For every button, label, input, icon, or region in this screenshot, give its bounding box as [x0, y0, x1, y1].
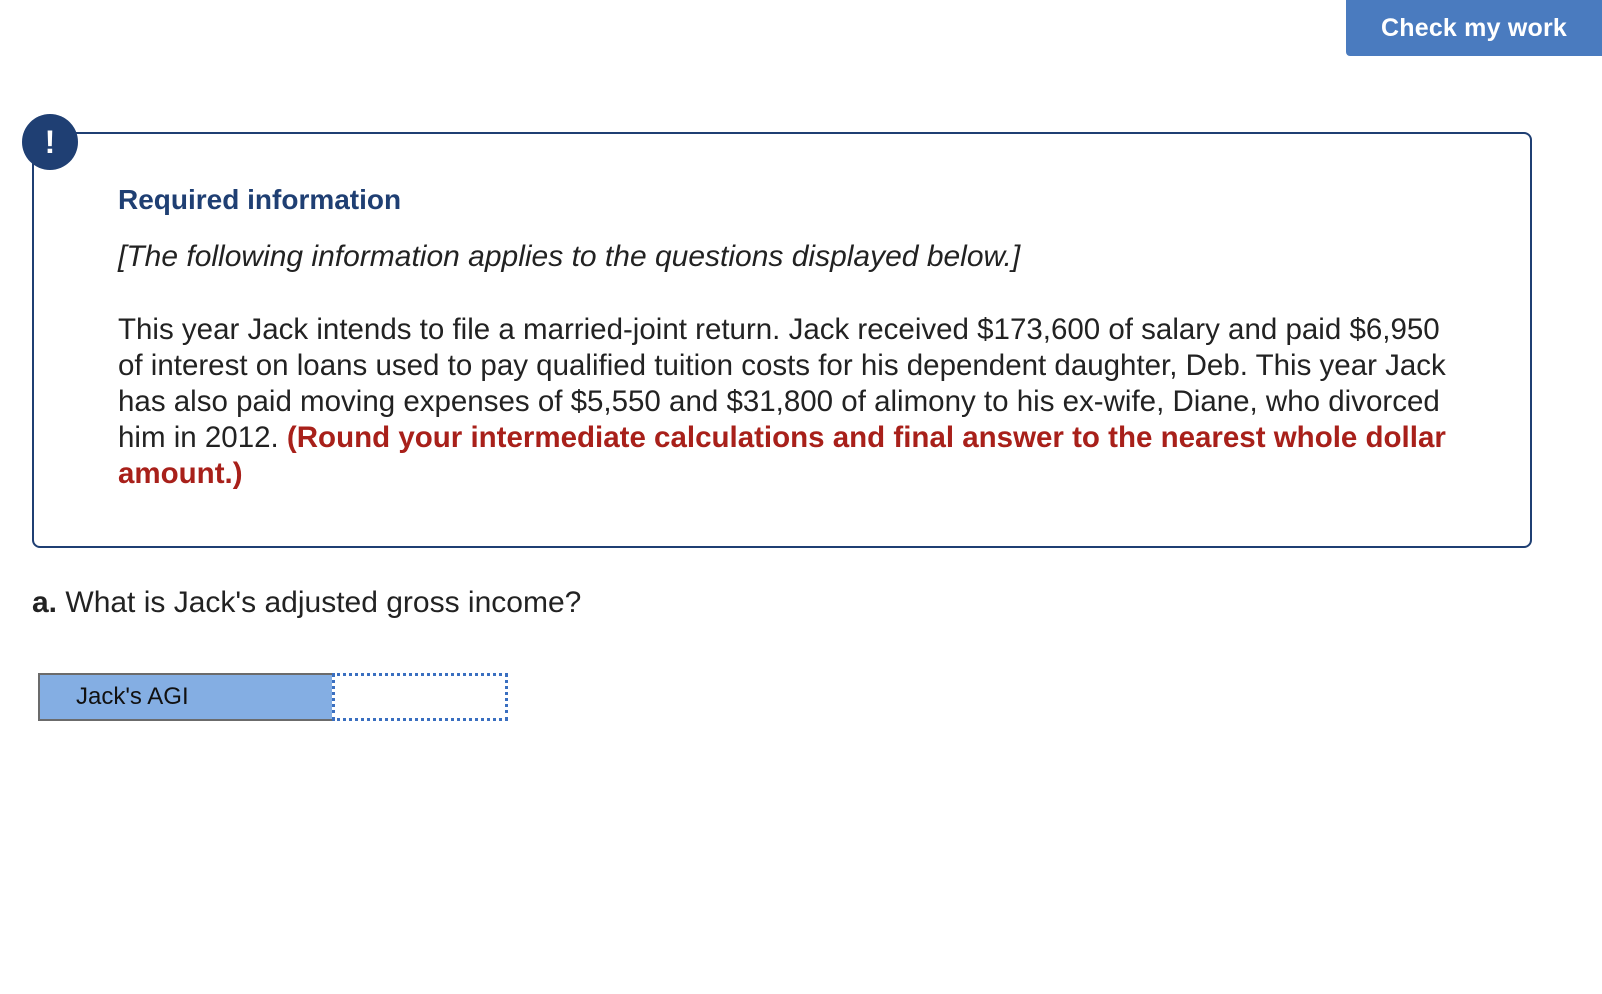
- required-information-subtitle: [The following information applies to th…: [118, 240, 1021, 273]
- required-information-title: Required information: [118, 184, 402, 215]
- exclamation-icon: !: [22, 114, 78, 170]
- check-my-work-button[interactable]: Check my work: [1346, 0, 1602, 56]
- required-information-body: This year Jack intends to file a married…: [118, 312, 1458, 492]
- answer-label-cell: Jack's AGI: [38, 673, 332, 721]
- answer-row: Jack's AGI: [38, 673, 508, 721]
- question-a: a. What is Jack's adjusted gross income?: [32, 586, 581, 620]
- question-label: a.: [32, 586, 58, 619]
- question-text: What is Jack's adjusted gross income?: [65, 586, 582, 619]
- rounding-instruction: (Round your intermediate calculations an…: [118, 421, 1446, 490]
- jacks-agi-input[interactable]: [332, 673, 508, 721]
